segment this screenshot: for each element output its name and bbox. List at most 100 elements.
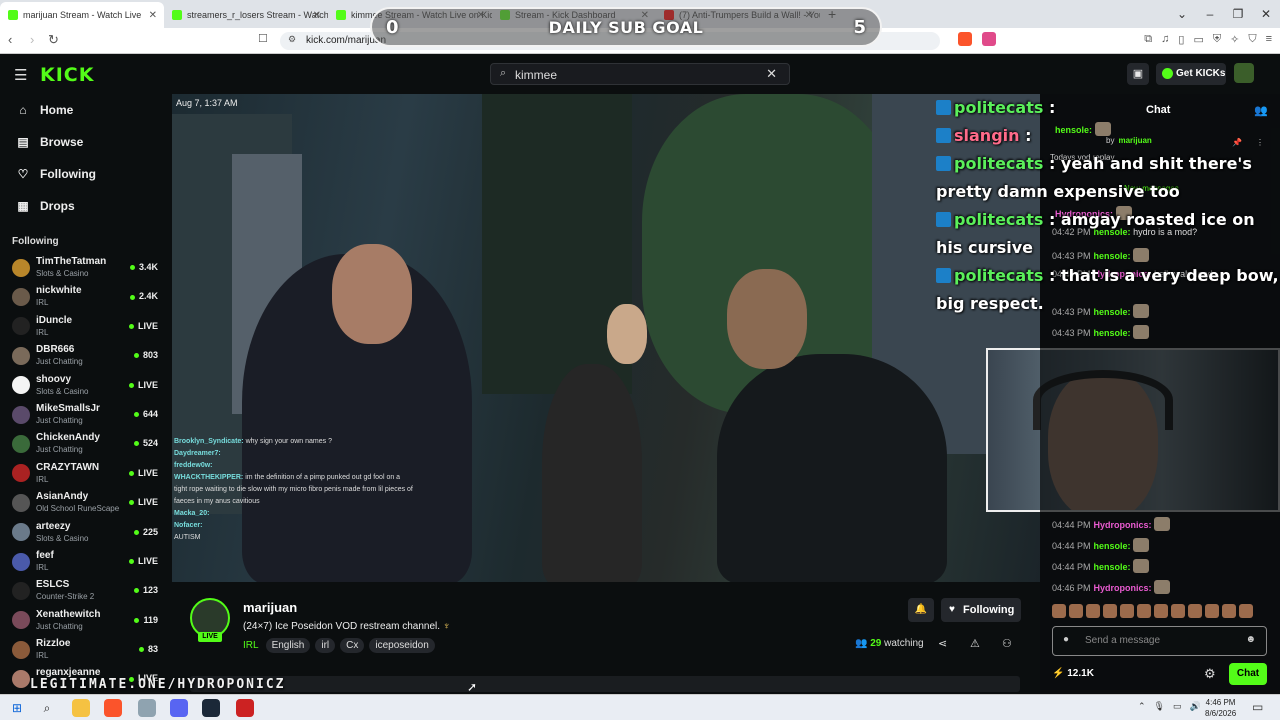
- chat-username[interactable]: hensole:: [1094, 562, 1131, 572]
- stream-tag[interactable]: Cx: [340, 638, 365, 653]
- windows-start-icon[interactable]: ⊞: [8, 699, 26, 717]
- following-item[interactable]: AsianAndy Old School RuneScape LIVE: [0, 488, 170, 517]
- forward-icon[interactable]: ›: [30, 32, 34, 47]
- chat-badge-icon[interactable]: ●: [1063, 634, 1069, 645]
- following-item[interactable]: shoovy Slots & Casino LIVE: [0, 371, 170, 400]
- chat-username[interactable]: Hydroponics:: [1094, 520, 1152, 530]
- close-window-icon[interactable]: ✕: [1252, 0, 1280, 28]
- tab-close-icon[interactable]: ✕: [149, 10, 157, 21]
- browser-tab[interactable]: streamers_r_losers Stream - Watch Li ✕: [164, 2, 328, 28]
- chat-send-button[interactable]: Chat: [1229, 663, 1267, 685]
- chat-settings-icon[interactable]: ⚙: [1204, 666, 1216, 682]
- chat-username[interactable]: hensole:: [1094, 541, 1131, 551]
- emote[interactable]: [1069, 604, 1083, 618]
- hamburger-icon[interactable]: ☰: [14, 66, 27, 84]
- brave-icon[interactable]: [104, 699, 122, 717]
- following-item[interactable]: TimTheTatman Slots & Casino 3.4K: [0, 253, 170, 282]
- get-kicks-button[interactable]: Get KICKs: [1156, 63, 1226, 85]
- following-item[interactable]: arteezy Slots & Casino 225: [0, 518, 170, 547]
- following-button[interactable]: ♥ Following: [941, 598, 1021, 622]
- tab-list-icon[interactable]: ⌄: [1168, 0, 1196, 28]
- emote[interactable]: [1171, 604, 1185, 618]
- live-dot-icon: [128, 382, 134, 388]
- share-icon[interactable]: ⋖: [938, 637, 947, 650]
- following-item[interactable]: DBR666 Just Chatting 803: [0, 341, 170, 370]
- minimize-icon[interactable]: –: [1196, 0, 1224, 28]
- wallet-icon[interactable]: ▭: [1193, 33, 1203, 46]
- browser-tab[interactable]: marijuan Stream - Watch Live ✕: [0, 2, 164, 28]
- back-icon[interactable]: ‹: [8, 32, 12, 47]
- emoji-icon[interactable]: ☻: [1245, 634, 1256, 645]
- rewards-icon[interactable]: [982, 32, 996, 46]
- chat-username[interactable]: hensole:: [1094, 328, 1131, 338]
- following-item[interactable]: nickwhite IRL 2.4K: [0, 282, 170, 311]
- taskbar-search-icon[interactable]: ⌕: [38, 699, 56, 717]
- following-item[interactable]: MikeSmallsJr Just Chatting 644: [0, 400, 170, 429]
- sidebar: ⌂ Home ▤ Browse ♡ Following ▦ Drops Following T…: [0, 94, 170, 694]
- chat-timestamp: 04:43 PM: [1052, 328, 1091, 338]
- channel-category: Just Chatting: [36, 445, 83, 455]
- sidebar-item-drops[interactable]: ▦ Drops: [0, 190, 170, 222]
- emote[interactable]: [1239, 604, 1253, 618]
- following-item[interactable]: CRAZYTAWN IRL LIVE: [0, 459, 170, 488]
- following-item[interactable]: iDuncle IRL LIVE: [0, 312, 170, 341]
- following-item[interactable]: ESLCS Counter-Strike 2 123: [0, 576, 170, 605]
- file-explorer-icon[interactable]: [72, 699, 90, 717]
- emote[interactable]: [1137, 604, 1151, 618]
- site-info-icon[interactable]: ⚙: [288, 34, 296, 45]
- clock[interactable]: 4:46 PM 8/6/2026: [1205, 697, 1236, 719]
- emote[interactable]: [1188, 604, 1202, 618]
- clear-search-icon[interactable]: ✕: [766, 66, 777, 82]
- stream-tag[interactable]: English: [265, 638, 311, 653]
- obs-icon[interactable]: [236, 699, 254, 717]
- chat-input[interactable]: ● Send a message ☻: [1052, 626, 1267, 656]
- emote[interactable]: [1222, 604, 1236, 618]
- notification-bell-icon[interactable]: 🔔: [908, 598, 934, 622]
- following-item[interactable]: Rizzloe IRL 83: [0, 635, 170, 664]
- user-avatar[interactable]: [1234, 63, 1254, 83]
- stream-tag[interactable]: irl: [315, 638, 336, 653]
- user-settings-icon[interactable]: ⚇: [1002, 637, 1012, 650]
- tab-close-icon[interactable]: ✕: [313, 10, 321, 21]
- sidebar-item-following[interactable]: ♡ Following: [0, 158, 170, 190]
- microphone-icon[interactable]: 🎙: [1154, 701, 1165, 712]
- discord-icon[interactable]: [170, 699, 188, 717]
- kick-logo[interactable]: KICK: [40, 64, 94, 86]
- following-item[interactable]: ChickenAndy Just Chatting 524: [0, 429, 170, 458]
- steam-icon[interactable]: [202, 699, 220, 717]
- menu-icon[interactable]: ≡: [1266, 33, 1272, 46]
- network-icon[interactable]: ▭: [1173, 701, 1182, 712]
- reload-icon[interactable]: ↻: [48, 32, 59, 48]
- brave-shield-icon[interactable]: [958, 32, 972, 46]
- overlay-chat-text: AUTISM: [174, 534, 201, 541]
- music-icon[interactable]: ♫: [1161, 33, 1169, 46]
- emote[interactable]: [1205, 604, 1219, 618]
- following-item[interactable]: feef IRL LIVE: [0, 547, 170, 576]
- report-icon[interactable]: ⚠: [970, 637, 980, 650]
- emote[interactable]: [1120, 604, 1134, 618]
- app-icon[interactable]: [138, 699, 156, 717]
- emote[interactable]: [1103, 604, 1117, 618]
- studio-icon[interactable]: ▣: [1127, 63, 1149, 85]
- sidebar-icon[interactable]: ▯: [1178, 33, 1184, 46]
- following-item[interactable]: Xenathewitch Just Chatting 119: [0, 606, 170, 635]
- sidebar-item-browse[interactable]: ▤ Browse: [0, 126, 170, 158]
- extensions-icon[interactable]: ⧉: [1144, 33, 1152, 46]
- emote[interactable]: [1086, 604, 1100, 618]
- leo-icon[interactable]: ✧: [1230, 33, 1239, 46]
- streamer-name[interactable]: marijuan: [243, 600, 297, 615]
- sidebar-item-home[interactable]: ⌂ Home: [0, 94, 170, 126]
- search-input[interactable]: ⌕ kimmee ✕: [490, 63, 790, 85]
- emote[interactable]: [1052, 604, 1066, 618]
- vpn-icon[interactable]: ⛨: [1213, 33, 1221, 46]
- volume-icon[interactable]: 🔊: [1190, 701, 1201, 712]
- bookmark-icon[interactable]: ☐: [258, 32, 268, 45]
- shield-icon[interactable]: ⛉: [1248, 33, 1256, 46]
- chevron-up-icon[interactable]: ⌃: [1138, 701, 1146, 712]
- chat-username[interactable]: Hydroponics:: [1094, 583, 1152, 593]
- notifications-icon[interactable]: ▭: [1252, 700, 1263, 714]
- emote[interactable]: [1154, 604, 1168, 618]
- maximize-icon[interactable]: ❐: [1224, 0, 1252, 28]
- stream-category[interactable]: IRL: [243, 640, 259, 651]
- stream-tag[interactable]: iceposeidon: [369, 638, 435, 653]
